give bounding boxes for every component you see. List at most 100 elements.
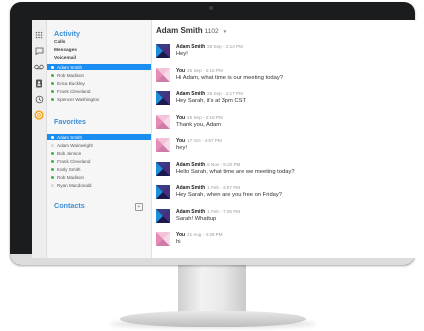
message-item: You 21 Aug - 4:49 PM hi	[156, 232, 411, 250]
avatar	[156, 114, 170, 129]
contacts-title: Contacts	[54, 201, 85, 210]
camera	[209, 6, 213, 10]
contact-item[interactable]: Spencer Washington	[47, 96, 151, 102]
message-timestamp: 25 Sep - 2:16 PM	[187, 67, 223, 73]
contact-item[interactable]: Ryan Macdonald	[47, 182, 151, 188]
message-timestamp: 1 Feb - 3:57 PM	[207, 185, 241, 190]
message-item: Adam Smith 1 Feb - 7:25 PM Sarah! Whattup	[156, 208, 411, 227]
message-meta: You 25 Sep - 2:18 PM	[176, 115, 223, 121]
avatar	[156, 185, 170, 199]
settings-icon[interactable]	[33, 109, 45, 121]
message-text: Hey Sarah, when are you free on Friday?	[176, 192, 283, 198]
message-item: Adam Smith 25 Sep - 2:17 PM Hey Sarah, it'…	[156, 91, 411, 109]
message-text: Thank you, Adam	[176, 121, 222, 128]
contact-name: Frank Cleveland	[57, 158, 91, 164]
message-text: Hey Sarah, it's at 3pm CST	[176, 98, 247, 104]
contact-item[interactable]: Rob Madison	[47, 174, 151, 180]
contact-item[interactable]: Adam Wainwright	[47, 142, 151, 148]
contacts-book-icon[interactable]	[33, 77, 45, 89]
sidebar: Activity Calls Messages Voicemail Adam S…	[47, 20, 152, 258]
message-text: Sarah! Whattup	[176, 215, 217, 222]
contact-name: Spencer Washington	[57, 96, 100, 102]
contact-name: Adam Smith	[57, 64, 83, 70]
presence-dot-icon	[51, 135, 54, 139]
message-text: Hello Sarah, what time are we meeting to…	[176, 168, 295, 175]
avatar	[156, 161, 170, 176]
message-timestamp: 21 Aug - 4:49 PM	[187, 232, 223, 237]
menu-item-calls[interactable]: Calls	[54, 40, 65, 45]
chat-header-name: Adam Smith	[156, 26, 203, 35]
presence-dot-icon	[51, 143, 54, 147]
grid-icon[interactable]	[33, 29, 45, 41]
message-text: Hi Adam, what time is our meeting today?	[176, 74, 283, 81]
message-item: Adam Smith 6 Nov - 8:20 PM Hello Sarah, wh…	[156, 161, 411, 180]
avatar	[156, 208, 170, 223]
presence-dot-icon	[51, 65, 54, 69]
message-author: Adam Smith	[176, 161, 206, 168]
message-item: You 25 Sep - 2:18 PM Thank you, Adam	[156, 114, 411, 133]
message-meta: You 17 Oct - 4:57 PM	[176, 138, 222, 144]
menu-item-voicemail[interactable]: Voicemail	[54, 56, 76, 61]
message-timestamp: 17 Oct - 4:57 PM	[187, 138, 222, 143]
message-author: You	[176, 138, 186, 144]
contact-name: Bob Jenson	[57, 150, 82, 156]
message-item: You 17 Oct - 4:57 PM hey!	[156, 138, 411, 156]
message-timestamp: 25 Sep - 2:14 PM	[207, 44, 243, 49]
message-timestamp: 25 Sep - 2:18 PM	[187, 114, 223, 120]
message-author: Adam Smith	[176, 185, 206, 191]
contact-item[interactable]: Frank Cleveland	[47, 88, 151, 94]
message-author: You	[176, 67, 186, 74]
contact-name: Adam Smith	[57, 134, 83, 140]
avatar	[156, 232, 170, 246]
message-text: Hey!	[176, 51, 188, 57]
add-contact-icon[interactable]: +	[135, 203, 143, 211]
presence-dot-icon	[51, 97, 54, 101]
contact-name: Rob Madison	[57, 174, 85, 180]
message-meta: Adam Smith 1 Feb - 3:57 PM	[176, 185, 240, 191]
presence-dot-icon	[51, 183, 54, 187]
menu-item-messages[interactable]: Messages	[54, 48, 77, 53]
message-meta: Adam Smith 6 Nov - 8:20 PM	[176, 162, 240, 168]
message-meta: You 21 Aug - 4:49 PM	[176, 232, 223, 238]
favorites-title: Favorites	[54, 117, 86, 126]
chat-panel: Adam Smith 1102 ▾ Adam Smith 25 Sep - 2:14 …	[152, 20, 417, 258]
presence-dot-icon	[51, 73, 54, 77]
message-timestamp: 6 Nov - 8:20 PM	[207, 161, 241, 167]
message-meta: Adam Smith 25 Sep - 2:14 PM	[176, 44, 243, 50]
monitor: Activity Calls Messages Voicemail Adam S…	[10, 2, 417, 265]
activity-title: Activity	[54, 29, 80, 38]
monitor-stand-neck	[178, 265, 246, 313]
contact-name: Adam Wainwright	[57, 142, 93, 148]
message-text: hi	[176, 239, 181, 245]
presence-dot-icon	[51, 167, 54, 171]
message-item: You 25 Sep - 2:16 PM Hi Adam, what time is…	[156, 67, 411, 86]
avatar	[156, 138, 170, 152]
contact-name: Rob Madison	[57, 72, 85, 78]
message-item: Adam Smith 25 Sep - 2:14 PM Hey!	[156, 44, 411, 62]
presence-dot-icon	[51, 81, 54, 85]
presence-dot-icon	[51, 159, 54, 163]
avatar	[156, 91, 170, 105]
message-author: Adam Smith	[176, 208, 206, 215]
contact-name: Erica Buckley	[57, 80, 85, 86]
monitor-stand-base	[120, 311, 306, 327]
icon-rail	[32, 20, 47, 258]
contact-item[interactable]: Adam Smith	[47, 134, 151, 140]
contact-item[interactable]: Karly Smith	[47, 166, 151, 172]
presence-dot-icon	[51, 89, 54, 93]
contact-item[interactable]: Rob Madison	[47, 72, 151, 78]
contact-item[interactable]: Erica Buckley	[47, 80, 151, 86]
chat-bubble-icon[interactable]	[33, 45, 45, 57]
contact-item[interactable]: Adam Smith	[47, 64, 151, 70]
contact-item[interactable]: Bob Jenson	[47, 150, 151, 156]
voicemail-icon[interactable]	[33, 61, 45, 73]
message-timestamp: 25 Sep - 2:17 PM	[207, 91, 243, 96]
avatar	[156, 67, 170, 82]
contact-item[interactable]: Frank Cleveland	[47, 158, 151, 164]
contact-name: Frank Cleveland	[57, 88, 91, 94]
message-author: You	[176, 232, 186, 238]
message-meta: Adam Smith 1 Feb - 7:25 PM	[176, 209, 240, 215]
message-timestamp: 1 Feb - 7:25 PM	[207, 208, 241, 214]
history-icon[interactable]	[33, 93, 45, 105]
chevron-down-icon[interactable]: ▾	[224, 29, 227, 35]
